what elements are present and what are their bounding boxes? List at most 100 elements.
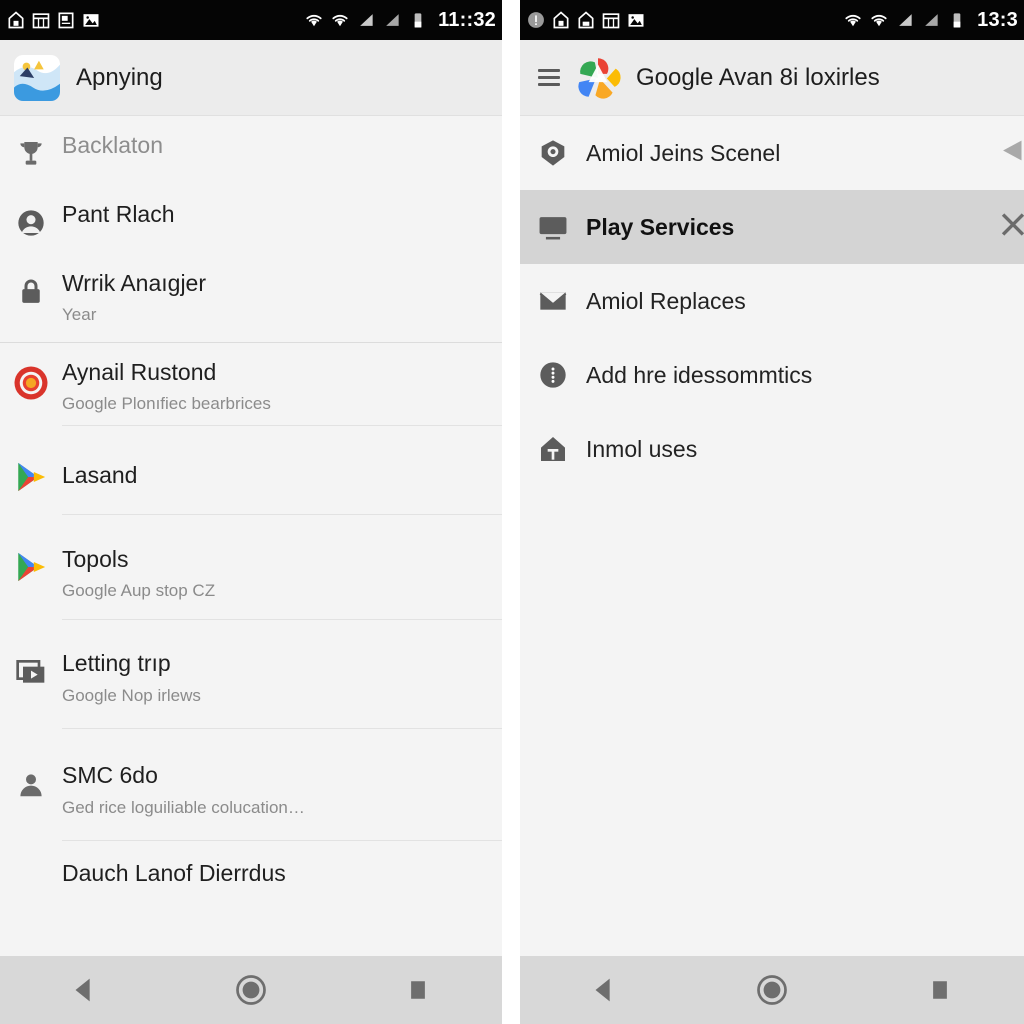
list-item-title: Aynail Rustond [62,358,217,385]
list-item-subtitle: Ged rice loguiliable colucation… [62,797,305,817]
list-item[interactable]: SMC 6do Ged rice loguiliable colucation… [0,732,502,845]
news-notification-icon [58,12,74,29]
list-item[interactable]: Aynail Rustond Google Plonıfiec bearbric… [0,342,502,426]
recents-button[interactable] [905,967,975,1013]
lock-icon [0,254,62,306]
home-button[interactable] [216,967,286,1013]
list-item[interactable]: Dauch Lanof Dierrdus [0,844,502,897]
right-app-bar: Google Avan 8i loxirles [520,40,1024,116]
home-notification-icon [578,11,594,29]
list-item[interactable]: Backlaton [0,116,502,185]
list-item[interactable]: Lasand [0,425,502,524]
home-notification-icon [553,11,569,29]
list-item-text: Add hre idessommtics [586,338,1024,412]
list-item-title: SMC 6do [62,762,158,789]
home-button[interactable] [737,967,807,1013]
left-app-bar: Apnying [0,40,502,116]
list-item-icon-placeholder [0,844,62,866]
list-item-subtitle: Google Plonıfiec bearbrices [62,394,271,414]
list-item[interactable]: Add hre idessommtics [520,338,1024,412]
left-phone-screen: 11::32 Apnying Backlaton Pant Rlach Wrri… [0,0,502,1024]
close-icon[interactable] [996,208,1024,247]
signal-icon [386,14,399,26]
list-item[interactable]: Amiol Replaces [520,264,1024,338]
account-icon [0,185,62,239]
left-status-bar: 11::32 [0,0,502,40]
list-item-text: Dauch Lanof Dierrdus [62,844,502,896]
list-item-title: Add hre idessommtics [586,361,813,388]
list-item-text: SMC 6do Ged rice loguiliable colucation… [62,732,502,842]
left-triangle-icon[interactable] [996,134,1024,173]
list-item-text: Wrrik Anaıgjer Year [62,254,502,336]
list-item-title: Pant Rlach [62,201,175,227]
back-button[interactable] [569,967,639,1013]
media-icon [0,620,62,688]
play-store-icon [0,426,62,494]
info-icon [520,359,586,391]
right-list: Amiol Jeins Scenel Play Services Amiol R… [520,116,1024,486]
list-item-text: Backlaton [62,116,502,168]
person-icon [0,732,62,800]
list-item[interactable]: Amiol Jeins Scenel [520,116,1024,190]
right-phone-screen: 13:3 Google Avan 8i loxirles Amiol Jeins… [520,0,1024,1024]
battery-icon [953,13,961,28]
battery-icon [414,13,422,28]
back-button[interactable] [49,967,119,1013]
list-item-title: Amiol Jeins Scenel [586,139,781,166]
info-notification-icon [528,12,544,28]
list-item-subtitle: Google Aup stop CZ [62,581,216,601]
wifi-icon [306,14,322,27]
calendar-notification-icon [32,13,50,29]
list-item[interactable]: Pant Rlach [0,185,502,254]
calendar-notification-icon [602,13,620,29]
list-item-title: Amiol Replaces [586,287,746,314]
list-item[interactable]: Wrrik Anaıgjer Year [0,254,502,336]
list-item-text: Inmol uses [586,412,1024,486]
right-nav-bar [520,956,1024,1024]
list-item-text: Topols Google Aup stop CZ [62,524,502,621]
left-list: Backlaton Pant Rlach Wrrik Anaıgjer Year… [0,116,502,897]
list-item-title: Letting trıp [62,650,171,677]
right-status-system-area: 13:3 [843,9,1018,32]
list-item[interactable]: Letting trıp Google Nop irlews [0,620,502,733]
hamburger-menu-icon[interactable] [538,69,560,86]
list-item-subtitle: Google Nop irlews [62,685,201,705]
right-app-title: Google Avan 8i loxirles [636,63,880,91]
left-status-system-area: 11::32 [304,9,496,32]
wifi-icon [845,14,861,27]
list-item-title: Topols [62,545,129,572]
list-item-subtitle: Year [62,305,97,325]
gallery-app-icon [14,54,60,101]
mail-icon [520,285,586,317]
signal-icon [899,14,912,26]
play-store-icon [0,524,62,584]
list-item-play-services[interactable]: Play Services [520,190,1024,264]
right-status-time: 13:3 [977,8,1018,31]
home-icon [520,433,586,465]
shield-icon [520,137,586,169]
screen-separator [502,0,520,1024]
left-status-time: 11::32 [438,8,496,31]
list-item-title: Play Services [586,213,735,240]
home-notification-icon [8,11,24,29]
target-icon [0,343,62,401]
right-status-bar: 13:3 [520,0,1024,40]
list-item-text: Amiol Jeins Scenel [586,116,1024,190]
list-item[interactable]: Topols Google Aup stop CZ [0,523,502,621]
list-item[interactable]: Inmol uses [520,412,1024,486]
recents-button[interactable] [383,967,453,1013]
signal-icon [360,14,373,26]
list-item-text: Aynail Rustond Google Plonıfiec bearbric… [62,343,502,426]
dual-phone-screenshot: 11::32 Apnying Backlaton Pant Rlach Wrri… [0,0,1024,1024]
list-item-text: Play Services [586,190,1024,264]
signal-icon [925,14,938,26]
wifi-icon [332,14,348,27]
monitor-icon [520,210,586,244]
list-item-text: Lasand [62,426,502,516]
trophy-icon [0,116,62,170]
list-item-text: Letting trıp Google Nop irlews [62,620,502,730]
list-item-title: Backlaton [62,132,164,158]
list-item-title: Dauch Lanof Dierrdus [62,860,286,887]
list-item-text: Pant Rlach [62,185,502,237]
list-item-title: Inmol uses [586,435,698,462]
